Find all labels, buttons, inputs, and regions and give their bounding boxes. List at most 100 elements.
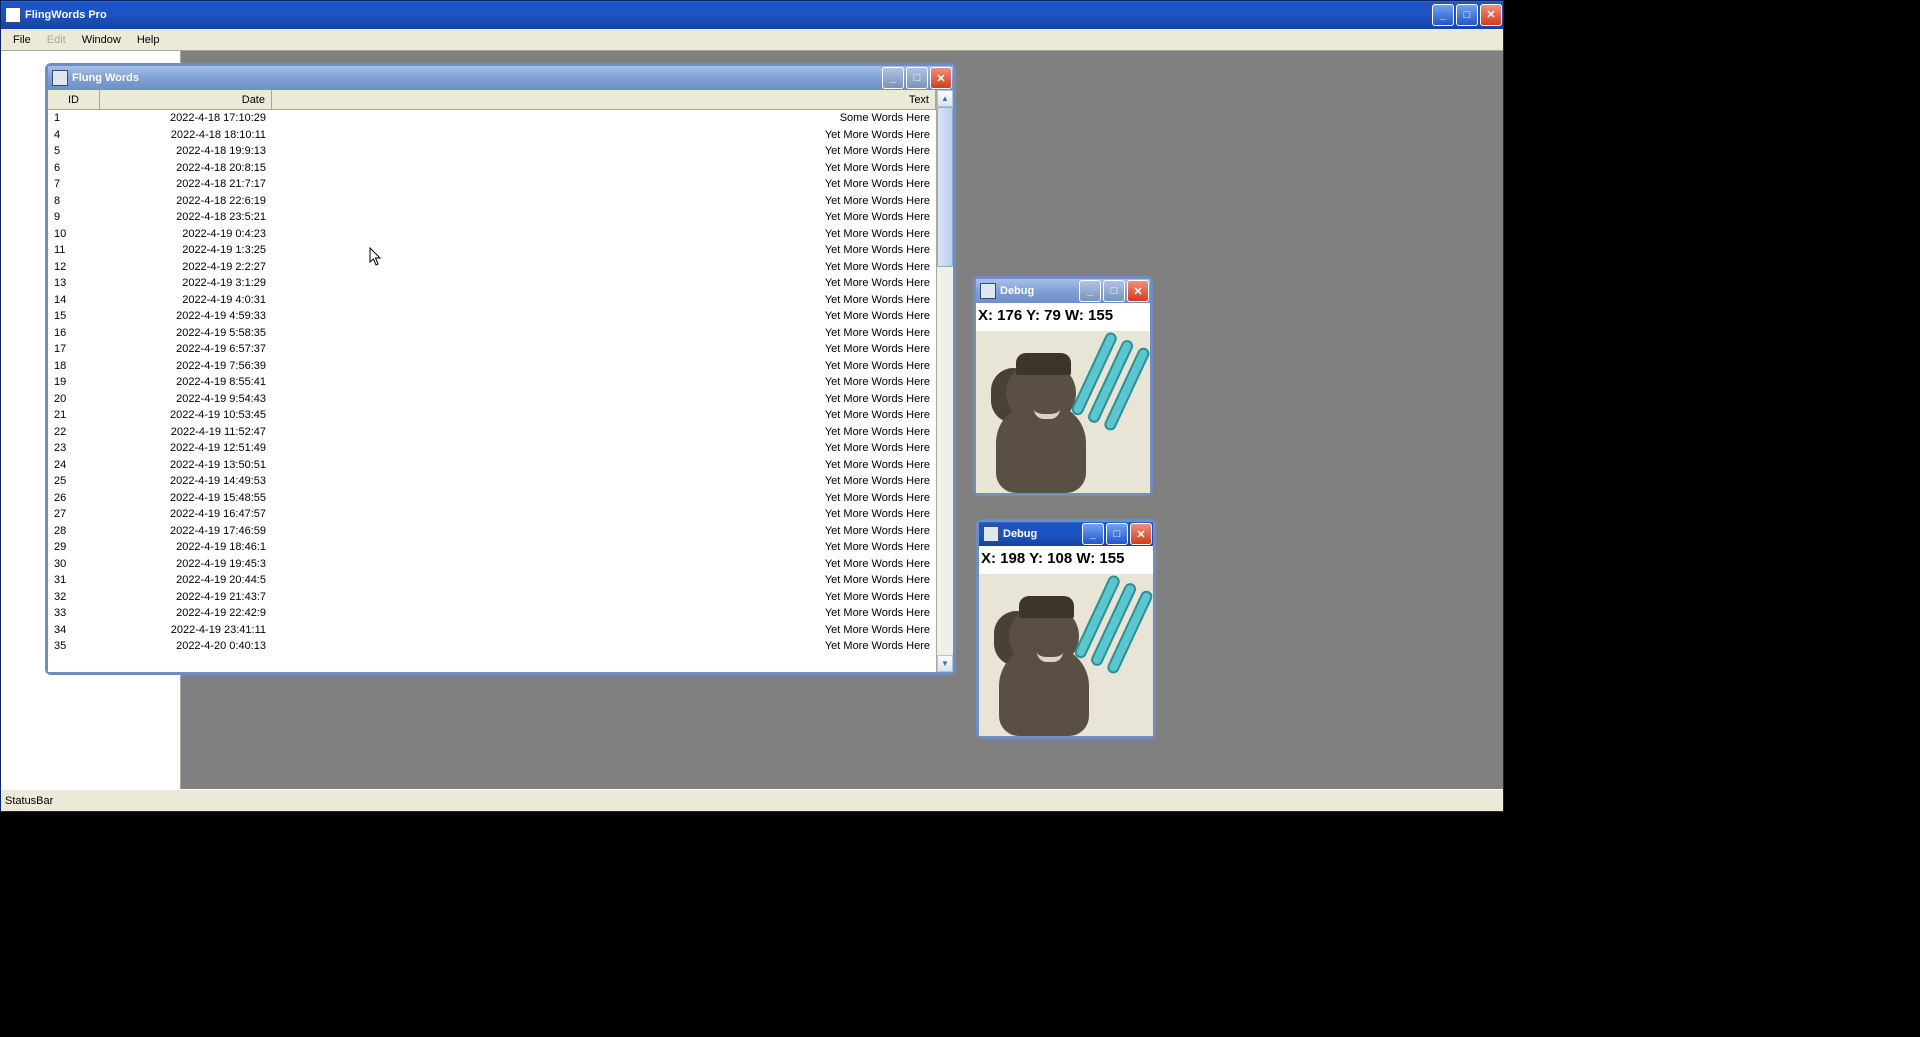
cell-id: 19	[48, 376, 100, 388]
status-bar: StatusBar	[1, 789, 1503, 811]
flung-minimize-button[interactable]: _	[882, 67, 904, 89]
table-row[interactable]: 242022-4-19 13:50:51Yet More Words Here	[48, 457, 936, 474]
debug2-minimize-button[interactable]: _	[1082, 523, 1104, 545]
scroll-thumb[interactable]	[937, 107, 953, 267]
cell-id: 6	[48, 162, 100, 174]
cell-date: 2022-4-19 20:44:5	[100, 574, 272, 586]
menu-window[interactable]: Window	[74, 32, 129, 48]
table-row[interactable]: 222022-4-19 11:52:47Yet More Words Here	[48, 424, 936, 441]
table-row[interactable]: 92022-4-18 23:5:21Yet More Words Here	[48, 209, 936, 226]
minimize-button[interactable]: _	[1432, 4, 1454, 26]
cell-date: 2022-4-19 17:46:59	[100, 525, 272, 537]
table-row[interactable]: 42022-4-18 18:10:11Yet More Words Here	[48, 127, 936, 144]
debug1-maximize-button[interactable]: □	[1103, 280, 1125, 302]
cell-text: Yet More Words Here	[272, 475, 936, 487]
menu-file[interactable]: File	[5, 32, 39, 48]
flung-close-button[interactable]: ✕	[930, 67, 952, 89]
table-row[interactable]: 252022-4-19 14:49:53Yet More Words Here	[48, 473, 936, 490]
debug2-illustration	[979, 574, 1153, 736]
table-row[interactable]: 312022-4-19 20:44:5Yet More Words Here	[48, 572, 936, 589]
scroll-down-button[interactable]: ▼	[937, 655, 953, 672]
table-row[interactable]: 322022-4-19 21:43:7Yet More Words Here	[48, 589, 936, 606]
flung-words-window[interactable]: Flung Words _ □ ✕ ID Date Text 12022-4-1…	[45, 63, 956, 675]
table-row[interactable]: 82022-4-18 22:6:19Yet More Words Here	[48, 193, 936, 210]
menu-help[interactable]: Help	[129, 32, 168, 48]
table-row[interactable]: 152022-4-19 4:59:33Yet More Words Here	[48, 308, 936, 325]
cell-date: 2022-4-19 18:46:1	[100, 541, 272, 553]
cell-text: Yet More Words Here	[272, 228, 936, 240]
cell-date: 2022-4-19 23:41:11	[100, 624, 272, 636]
cell-date: 2022-4-19 19:45:3	[100, 558, 272, 570]
table-row[interactable]: 102022-4-19 0:4:23Yet More Words Here	[48, 226, 936, 243]
table-row[interactable]: 342022-4-19 23:41:11Yet More Words Here	[48, 622, 936, 639]
cell-id: 15	[48, 310, 100, 322]
table-row[interactable]: 272022-4-19 16:47:57Yet More Words Here	[48, 506, 936, 523]
maximize-button[interactable]: □	[1456, 4, 1478, 26]
cell-date: 2022-4-19 3:1:29	[100, 277, 272, 289]
cell-date: 2022-4-19 16:47:57	[100, 508, 272, 520]
table-row[interactable]: 112022-4-19 1:3:25Yet More Words Here	[48, 242, 936, 259]
grid-header[interactable]: ID Date Text	[48, 90, 936, 110]
cell-date: 2022-4-19 12:51:49	[100, 442, 272, 454]
table-row[interactable]: 12022-4-18 17:10:29Some Words Here	[48, 110, 936, 127]
column-header-id[interactable]: ID	[48, 90, 100, 109]
table-row[interactable]: 162022-4-19 5:58:35Yet More Words Here	[48, 325, 936, 342]
table-row[interactable]: 282022-4-19 17:46:59Yet More Words Here	[48, 523, 936, 540]
table-row[interactable]: 332022-4-19 22:42:9Yet More Words Here	[48, 605, 936, 622]
cell-id: 12	[48, 261, 100, 273]
table-row[interactable]: 212022-4-19 10:53:45Yet More Words Here	[48, 407, 936, 424]
cell-text: Yet More Words Here	[272, 294, 936, 306]
debug2-titlebar[interactable]: Debug _ □ ✕	[979, 522, 1153, 546]
cell-id: 4	[48, 129, 100, 141]
debug-window-2[interactable]: Debug _ □ ✕ X: 198 Y: 108 W: 155	[976, 519, 1156, 739]
table-row[interactable]: 72022-4-18 21:7:17Yet More Words Here	[48, 176, 936, 193]
flung-maximize-button[interactable]: □	[906, 67, 928, 89]
main-titlebar[interactable]: FlingWords Pro _ □ ✕	[1, 1, 1503, 29]
cell-date: 2022-4-19 4:59:33	[100, 310, 272, 322]
table-row[interactable]: 142022-4-19 4:0:31Yet More Words Here	[48, 292, 936, 309]
cell-date: 2022-4-19 14:49:53	[100, 475, 272, 487]
table-row[interactable]: 202022-4-19 9:54:43Yet More Words Here	[48, 391, 936, 408]
cell-date: 2022-4-19 7:56:39	[100, 360, 272, 372]
table-row[interactable]: 262022-4-19 15:48:55Yet More Words Here	[48, 490, 936, 507]
cell-text: Yet More Words Here	[272, 178, 936, 190]
table-row[interactable]: 192022-4-19 8:55:41Yet More Words Here	[48, 374, 936, 391]
cell-id: 7	[48, 178, 100, 190]
scroll-track[interactable]	[937, 107, 953, 655]
cell-id: 17	[48, 343, 100, 355]
debug2-close-button[interactable]: ✕	[1130, 523, 1152, 545]
grid-scrollbar[interactable]: ▲ ▼	[936, 90, 953, 672]
cell-text: Yet More Words Here	[272, 393, 936, 405]
table-row[interactable]: 352022-4-20 0:40:13Yet More Words Here	[48, 638, 936, 655]
debug1-minimize-button[interactable]: _	[1079, 280, 1101, 302]
cell-id: 8	[48, 195, 100, 207]
table-row[interactable]: 52022-4-18 19:9:13Yet More Words Here	[48, 143, 936, 160]
flung-words-grid[interactable]: ID Date Text 12022-4-18 17:10:29Some Wor…	[48, 90, 936, 672]
table-row[interactable]: 132022-4-19 3:1:29Yet More Words Here	[48, 275, 936, 292]
cell-id: 16	[48, 327, 100, 339]
table-row[interactable]: 292022-4-19 18:46:1Yet More Words Here	[48, 539, 936, 556]
cell-date: 2022-4-18 23:5:21	[100, 211, 272, 223]
column-header-date[interactable]: Date	[100, 90, 272, 109]
flung-words-titlebar[interactable]: Flung Words _ □ ✕	[48, 66, 953, 90]
table-row[interactable]: 232022-4-19 12:51:49Yet More Words Here	[48, 440, 936, 457]
grid-body[interactable]: 12022-4-18 17:10:29Some Words Here42022-…	[48, 110, 936, 672]
debug1-titlebar[interactable]: Debug _ □ ✕	[976, 279, 1150, 303]
table-row[interactable]: 182022-4-19 7:56:39Yet More Words Here	[48, 358, 936, 375]
table-row[interactable]: 172022-4-19 6:57:37Yet More Words Here	[48, 341, 936, 358]
column-header-text[interactable]: Text	[272, 90, 936, 109]
debug2-maximize-button[interactable]: □	[1106, 523, 1128, 545]
cell-date: 2022-4-18 22:6:19	[100, 195, 272, 207]
debug-window-1[interactable]: Debug _ □ ✕ X: 176 Y: 79 W: 155	[973, 276, 1153, 496]
table-row[interactable]: 62022-4-18 20:8:15Yet More Words Here	[48, 160, 936, 177]
cell-id: 22	[48, 426, 100, 438]
table-row[interactable]: 302022-4-19 19:45:3Yet More Words Here	[48, 556, 936, 573]
close-button[interactable]: ✕	[1480, 4, 1502, 26]
scroll-up-button[interactable]: ▲	[937, 90, 953, 107]
menubar: File Edit Window Help	[1, 29, 1503, 51]
cell-text: Yet More Words Here	[272, 343, 936, 355]
debug1-close-button[interactable]: ✕	[1127, 280, 1149, 302]
table-row[interactable]: 122022-4-19 2:2:27Yet More Words Here	[48, 259, 936, 276]
flung-words-icon	[52, 70, 68, 86]
cell-id: 27	[48, 508, 100, 520]
